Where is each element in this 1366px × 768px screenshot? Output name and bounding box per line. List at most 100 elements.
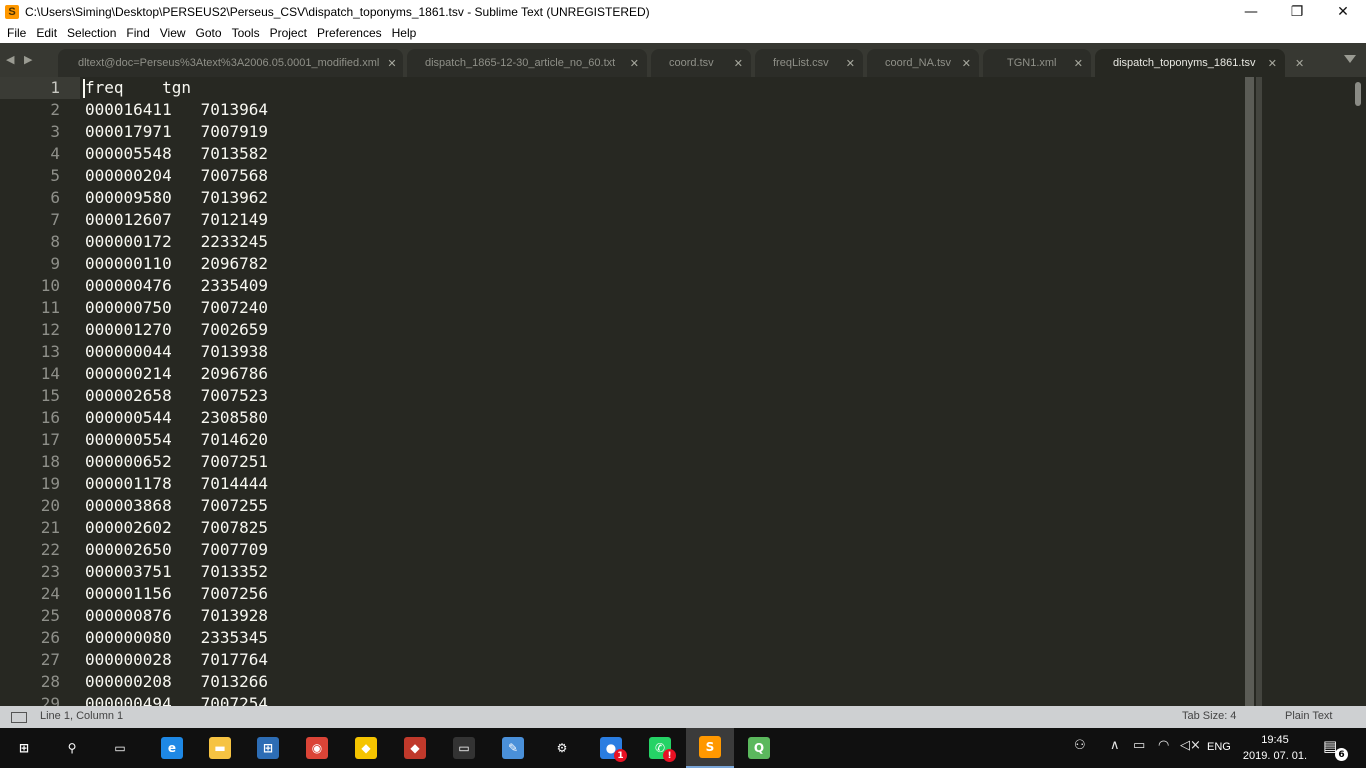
code-line[interactable]: 000002658 7007523	[85, 385, 268, 407]
close-button[interactable]: ✕	[1320, 0, 1366, 23]
terminal-taskbar-button[interactable]: ▭	[440, 728, 488, 768]
task-view-taskbar-button[interactable]: ▭	[96, 728, 144, 768]
wifi-icon[interactable]: ◠	[1158, 738, 1169, 753]
menu-preferences[interactable]: Preferences	[312, 23, 387, 43]
code-line[interactable]: 000000750 7007240	[85, 297, 268, 319]
people-icon[interactable]: ⚇	[1074, 738, 1086, 753]
code-line[interactable]: 000001270 7002659	[85, 319, 268, 341]
code-line[interactable]: 000016411 7013964	[85, 99, 268, 121]
code-line[interactable]: 000000110 2096782	[85, 253, 268, 275]
norton-taskbar-button[interactable]: ◆	[342, 728, 390, 768]
status-bar: Line 1, Column 1 Tab Size: 4 Plain Text	[0, 706, 1366, 728]
code-line[interactable]: 000000476 2335409	[85, 275, 268, 297]
editor-area[interactable]: 1 2 3 4 5 6 7 8 9 10 11 12 13 14 15 16 17 18 19 20 21 22 23 24 2…	[0, 77, 1366, 706]
tab-coord-tsv[interactable]: coord.tsv ✕	[651, 49, 751, 77]
messenger-taskbar-button[interactable]: ● 1	[587, 728, 635, 768]
minimize-button[interactable]: —	[1228, 0, 1274, 23]
store-icon: ⊞	[257, 737, 279, 759]
code-line[interactable]: 000002602 7007825	[85, 517, 268, 539]
clock[interactable]: 19:45 2019. 07. 01.	[1240, 732, 1310, 764]
syntax-selector[interactable]: Plain Text	[1285, 710, 1333, 722]
tab-coord-na-tsv[interactable]: coord_NA.tsv ✕	[867, 49, 979, 77]
code-line[interactable]: 000017971 7007919	[85, 121, 268, 143]
edge-icon: e	[161, 737, 183, 759]
code-line[interactable]: 000000208 7013266	[85, 671, 268, 693]
qgis-taskbar-button[interactable]: Q	[735, 728, 783, 768]
store-taskbar-button[interactable]: ⊞	[244, 728, 292, 768]
minimap-viewport[interactable]	[1256, 77, 1262, 706]
code-line[interactable]: freq tgn	[85, 77, 191, 99]
line-number: 16	[40, 408, 60, 427]
code-line[interactable]: 000000214 2096786	[85, 363, 268, 385]
menu-goto[interactable]: Goto	[191, 23, 227, 43]
menu-selection[interactable]: Selection	[62, 23, 121, 43]
whatsapp-taskbar-button[interactable]: ✆!	[636, 728, 684, 768]
code-line[interactable]: 000000044 7013938	[85, 341, 268, 363]
action-center-icon[interactable]: ▤ 6	[1323, 737, 1348, 761]
search-taskbar-button[interactable]: ⚲	[48, 728, 96, 768]
tab-freqlist-csv[interactable]: freqList.csv ✕	[755, 49, 863, 77]
tab-close-icon[interactable]: ✕	[734, 57, 743, 70]
maximize-button[interactable]: ❐	[1274, 0, 1320, 23]
tab-close-icon[interactable]: ✕	[630, 57, 639, 70]
tab-dropdown-icon[interactable]	[1344, 55, 1356, 63]
menu-project[interactable]: Project	[265, 23, 312, 43]
paint-taskbar-button[interactable]: ✎	[489, 728, 537, 768]
chrome-taskbar-button[interactable]: ◉	[293, 728, 341, 768]
panel-toggle-icon[interactable]	[11, 712, 27, 723]
code-line[interactable]: 000000204 7007568	[85, 165, 268, 187]
menu-help[interactable]: Help	[387, 23, 422, 43]
code-line[interactable]: 000012607 7012149	[85, 209, 268, 231]
menu-edit[interactable]: Edit	[31, 23, 62, 43]
code-line[interactable]: 000003751 7013352	[85, 561, 268, 583]
tab-empty[interactable]: ✕	[1287, 49, 1317, 77]
code-line[interactable]: 000003868 7007255	[85, 495, 268, 517]
tab-dispatch-toponyms-tsv[interactable]: dispatch_toponyms_1861.tsv ✕	[1095, 49, 1285, 77]
code-line[interactable]: 000000876 7013928	[85, 605, 268, 627]
code-line[interactable]: 000000494 7007254	[85, 693, 268, 706]
menu-find[interactable]: Find	[121, 23, 154, 43]
tab-close-icon[interactable]: ✕	[387, 57, 396, 70]
edge-taskbar-button[interactable]: e	[148, 728, 196, 768]
code-line[interactable]: 000000554 7014620	[85, 429, 268, 451]
start-taskbar-button[interactable]: ⊞	[0, 728, 48, 768]
line-number: 29	[40, 694, 60, 706]
code-line[interactable]: 000000028 7017764	[85, 649, 268, 671]
code-line[interactable]: 000000172 2233245	[85, 231, 268, 253]
tab-navigation-arrows[interactable]: ◀ ▶	[6, 53, 35, 66]
line-number: 13	[40, 342, 60, 361]
line-number: 21	[40, 518, 60, 537]
tab-tgn1-xml[interactable]: TGN1.xml ✕	[983, 49, 1091, 77]
code-line[interactable]: 000000652 7007251	[85, 451, 268, 473]
tab-close-icon[interactable]: ✕	[1074, 57, 1083, 70]
volume-muted-icon[interactable]: ◁×	[1180, 738, 1201, 753]
sublime-text-taskbar-button[interactable]: S	[686, 728, 734, 768]
code-line[interactable]: 000002650 7007709	[85, 539, 268, 561]
code-line[interactable]: 000005548 7013582	[85, 143, 268, 165]
tab-dltext-xml[interactable]: dltext@doc=Perseus%3Atext%3A2006.05.0001…	[58, 49, 403, 77]
code-line[interactable]: 000001156 7007256	[85, 583, 268, 605]
tab-close-icon[interactable]: ✕	[1295, 57, 1304, 70]
tab-close-icon[interactable]: ✕	[846, 57, 855, 70]
vertical-scrollbar[interactable]	[1355, 82, 1361, 106]
tab-close-icon[interactable]: ✕	[962, 57, 971, 70]
menu-tools[interactable]: Tools	[227, 23, 265, 43]
show-hidden-icons-icon[interactable]: ∧	[1110, 738, 1120, 753]
menu-file[interactable]: File	[2, 23, 31, 43]
minimap[interactable]	[1245, 77, 1254, 706]
file-explorer-taskbar-button[interactable]: ▬	[196, 728, 244, 768]
tab-close-icon[interactable]: ✕	[1268, 57, 1277, 70]
git-taskbar-button[interactable]: ◆	[391, 728, 439, 768]
tab-dispatch-article-txt[interactable]: dispatch_1865-12-30_article_no_60.txt ✕	[407, 49, 647, 77]
code-line[interactable]: 000009580 7013962	[85, 187, 268, 209]
settings-taskbar-button[interactable]: ⚙	[538, 728, 586, 768]
language-indicator[interactable]: ENG	[1207, 741, 1231, 753]
code-line[interactable]: 000000544 2308580	[85, 407, 268, 429]
code-line[interactable]: 000001178 7014444	[85, 473, 268, 495]
tab-size-selector[interactable]: Tab Size: 4	[1182, 710, 1236, 722]
git-icon: ◆	[404, 737, 426, 759]
battery-icon[interactable]: ▭	[1133, 738, 1145, 753]
code-line[interactable]: 000000080 2335345	[85, 627, 268, 649]
menu-view[interactable]: View	[155, 23, 191, 43]
tab-label: freqList.csv	[773, 57, 829, 69]
